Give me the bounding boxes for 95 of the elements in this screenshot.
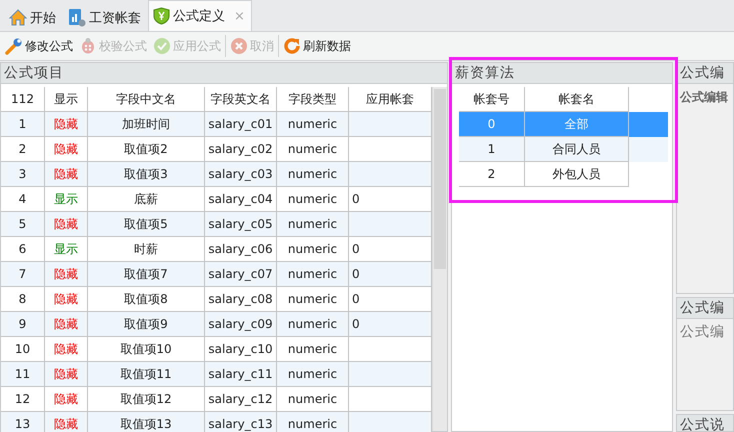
table-cell[interactable]: 2 — [459, 162, 525, 187]
table-cell: 隐藏 — [45, 262, 88, 287]
check-circle-icon — [153, 37, 171, 55]
table-cell: 11 — [1, 362, 45, 387]
table-cell: 隐藏 — [45, 137, 88, 162]
table-cell[interactable]: 外包人员 — [525, 162, 629, 187]
table-cell: 8 — [1, 287, 45, 312]
table-cell: salary_c10 — [205, 337, 277, 362]
table-cell: 隐藏 — [45, 162, 88, 187]
formula-input[interactable]: 公式编 — [676, 319, 734, 411]
scrollbar[interactable] — [432, 87, 447, 431]
table-cell: numeric — [277, 287, 349, 312]
toolbar-button[interactable]: 修改公式 — [2, 34, 76, 58]
table-cell: 取值项3 — [88, 162, 205, 187]
table-cell: numeric — [277, 387, 349, 412]
table-cell: 隐藏 — [45, 112, 88, 137]
table-cell[interactable]: 合同人员 — [525, 137, 629, 162]
table-cell: 隐藏 — [45, 412, 88, 432]
table-cell: 3 — [1, 162, 45, 187]
table-cell: salary_c13 — [205, 412, 277, 432]
table-cell: 9 — [1, 312, 45, 337]
chart-document-icon — [68, 8, 86, 27]
panel-title: 公式项目 — [1, 63, 447, 84]
table-cell: 10 — [1, 337, 45, 362]
table-cell: numeric — [277, 112, 349, 137]
table-cell: numeric — [277, 337, 349, 362]
table-cell: 取值项12 — [88, 387, 205, 412]
table-cell: salary_c08 — [205, 287, 277, 312]
table-cell: numeric — [277, 412, 349, 432]
table-cell: salary_c05 — [205, 212, 277, 237]
table-cell: 隐藏 — [45, 287, 88, 312]
table-cell: salary_c02 — [205, 137, 277, 162]
table-cell: salary_c11 — [205, 362, 277, 387]
table-cell: numeric — [277, 362, 349, 387]
shield-icon — [153, 7, 170, 25]
table-cell: 0 — [349, 262, 432, 287]
table-cell: 隐藏 — [45, 337, 88, 362]
table-cell: salary_c06 — [205, 237, 277, 262]
table-cell: 取值项9 — [88, 312, 205, 337]
home-icon — [9, 9, 27, 26]
table-cell: salary_c04 — [205, 187, 277, 212]
table-cell: 2 — [1, 137, 45, 162]
table-cell: 0 — [349, 287, 432, 312]
table-cell: 加班时间 — [88, 112, 205, 137]
table-cell: 6 — [1, 237, 45, 262]
panel-title: 公式编 — [677, 63, 733, 84]
table-cell: salary_c03 — [205, 162, 277, 187]
table-cell: 取值项10 — [88, 337, 205, 362]
table-cell: 显示 — [45, 237, 88, 262]
panel-title: 薪资算法 — [452, 63, 672, 84]
table-cell: 1 — [1, 112, 45, 137]
toolbar-button[interactable]: 刷新数据 — [280, 34, 354, 58]
table-cell: 取值项7 — [88, 262, 205, 287]
tab[interactable]: 工资帐套 — [63, 3, 148, 31]
cancel-icon — [230, 37, 248, 55]
table-cell: 取值项8 — [88, 287, 205, 312]
table-cell: 0 — [349, 312, 432, 337]
table-cell[interactable]: 1 — [459, 137, 525, 162]
table-cell: 0 — [349, 237, 432, 262]
field-label: 公式编辑 — [678, 89, 729, 106]
table-cell: 13 — [1, 412, 45, 432]
table-cell: 取值项13 — [88, 412, 205, 432]
table-cell: 取值项11 — [88, 362, 205, 387]
table-cell: numeric — [277, 137, 349, 162]
table-cell: 7 — [1, 262, 45, 287]
table-cell: 0 — [349, 187, 432, 212]
tab[interactable]: 开始 — [4, 3, 63, 31]
table-cell: 隐藏 — [45, 212, 88, 237]
refresh-icon — [283, 37, 301, 55]
table-cell: salary_c01 — [205, 112, 277, 137]
table-cell: 12 — [1, 387, 45, 412]
table-cell: 隐藏 — [45, 387, 88, 412]
table-cell: 显示 — [45, 187, 88, 212]
table-cell: salary_c09 — [205, 312, 277, 337]
table-cell: 4 — [1, 187, 45, 212]
table-cell: 隐藏 — [45, 362, 88, 387]
table-cell: numeric — [277, 262, 349, 287]
table-cell: 底薪 — [88, 187, 205, 212]
table-cell: 取值项5 — [88, 212, 205, 237]
wrench-icon — [5, 37, 23, 55]
panel-title: 公式编 — [676, 297, 734, 319]
table-cell: 取值项2 — [88, 137, 205, 162]
table-cell: numeric — [277, 237, 349, 262]
table-cell: numeric — [277, 212, 349, 237]
panel-title: 公式说 — [677, 415, 733, 431]
table-cell: numeric — [277, 312, 349, 337]
table-cell: numeric — [277, 162, 349, 187]
table-cell: numeric — [277, 187, 349, 212]
table-cell: salary_c12 — [205, 387, 277, 412]
table-cell: salary_c07 — [205, 262, 277, 287]
table-cell: 隐藏 — [45, 312, 88, 337]
table-cell: 时薪 — [88, 237, 205, 262]
table-cell: 5 — [1, 212, 45, 237]
bug-icon — [79, 37, 97, 55]
tab[interactable]: 公式定义 × — [148, 0, 252, 31]
